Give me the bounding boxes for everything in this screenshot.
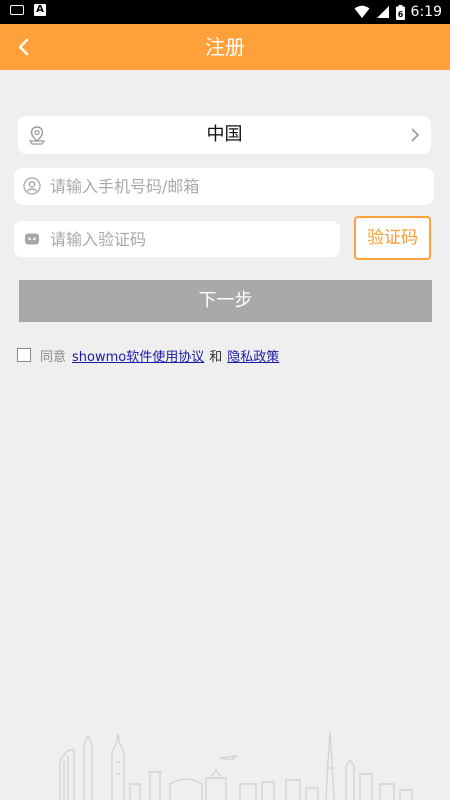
country-selector[interactable]: 中国 (18, 116, 431, 154)
agree-and: 和 (209, 349, 223, 365)
location-pin-icon (28, 126, 46, 145)
chevron-right-icon (411, 128, 420, 142)
privacy-link[interactable]: 隐私政策 (227, 346, 279, 365)
battery-icon: 6 (395, 4, 405, 20)
get-code-button[interactable]: 验证码 (354, 216, 431, 260)
battery-level: 6 (397, 10, 403, 19)
terms-link[interactable]: showmo软件使用协议 (72, 346, 204, 365)
header-bar: 注册 (0, 24, 450, 70)
agreement-row: 同意 showmo软件使用协议 和 隐私政策 (17, 346, 279, 365)
signal-icon (376, 6, 389, 18)
city-skyline-illustration (59, 731, 413, 800)
country-value: 中国 (206, 124, 243, 145)
status-right-icons: 6 6:19 (354, 3, 442, 21)
wifi-icon (354, 5, 370, 18)
agreement-checkbox[interactable] (17, 348, 31, 362)
keyboard-icon (10, 5, 24, 15)
status-left-icons: A (10, 4, 46, 16)
agree-prefix: 同意 (40, 349, 67, 365)
phone-email-field[interactable] (14, 168, 434, 205)
back-button[interactable] (8, 32, 40, 62)
back-chevron-icon (18, 38, 29, 56)
a-app-icon: A (34, 4, 46, 16)
status-time: 6:19 (410, 4, 442, 20)
phone-email-input[interactable] (50, 168, 420, 205)
next-step-button[interactable]: 下一步 (19, 280, 432, 322)
verification-code-input[interactable] (50, 221, 330, 257)
status-bar: A 6 6:19 (0, 0, 450, 24)
page-title: 注册 (205, 35, 245, 59)
user-icon (23, 177, 41, 195)
verification-code-field[interactable] (14, 221, 340, 257)
robot-icon (25, 233, 39, 245)
